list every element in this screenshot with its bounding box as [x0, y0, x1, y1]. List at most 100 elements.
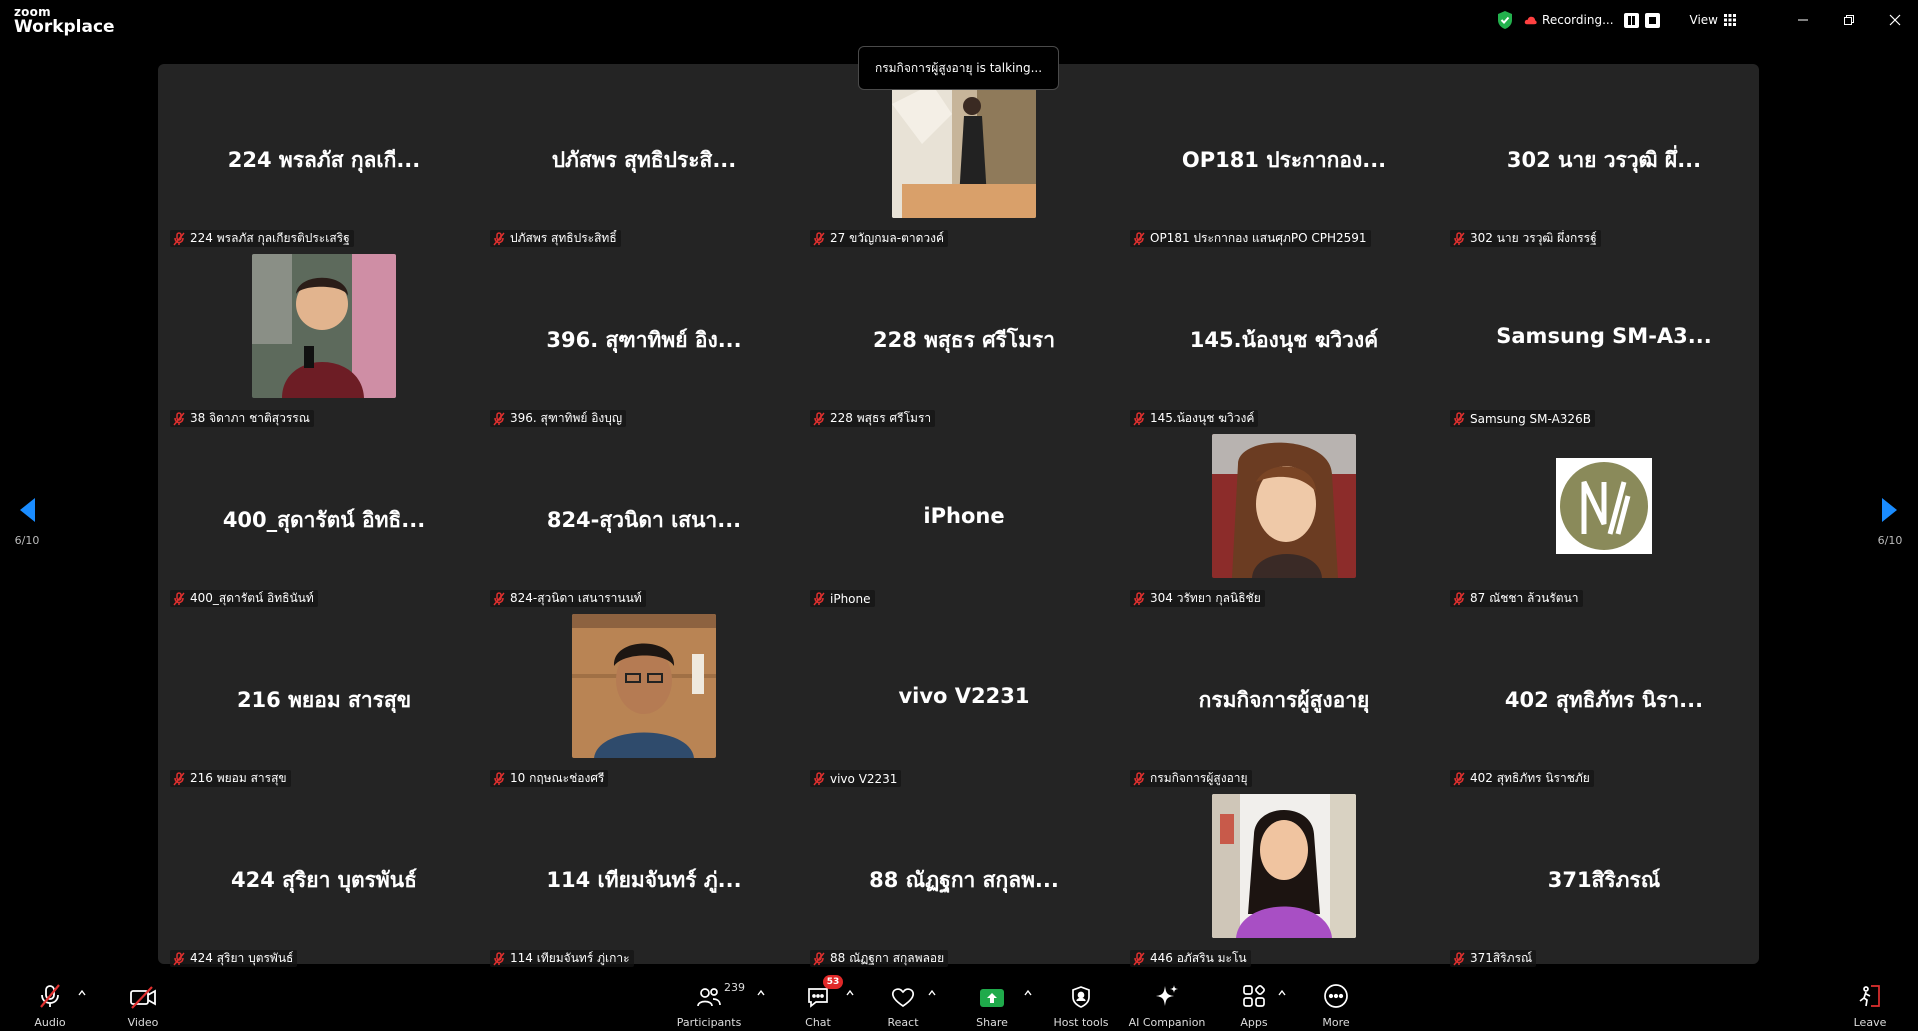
participant-name-tag: 402 สุทธิภัทร นิราชภัย [1450, 770, 1594, 787]
participant-tile[interactable]: 114 เทียมจันทร์ ภู่... 114 เทียมจันทร์ ภู… [484, 792, 804, 972]
participant-photo [1212, 434, 1356, 578]
participant-name-label: 446 อภัสริน มะโน [1150, 951, 1247, 965]
participant-display-name: 402 สุทธิภัทร นิรา... [1504, 688, 1704, 712]
participant-display-name: กรมกิจการผู้สูงอายุ [1198, 688, 1370, 712]
pause-recording-button[interactable] [1623, 12, 1639, 28]
participants-options-chevron-icon[interactable] [756, 988, 766, 998]
active-speaker-toast: กรมกิจการผู้สูงอายุ is talking... [858, 46, 1059, 90]
participant-tile[interactable]: 304 วรัทยา กุลนิธิชัย [1124, 432, 1444, 612]
participant-tile[interactable]: 400_สุดารัตน์ อิทธิ... 400_สุดารัตน์ อิทธ… [164, 432, 484, 612]
participant-name-tag: 88 ณัฏฐกา สกุลพลอย [810, 950, 949, 967]
stop-recording-button[interactable] [1644, 12, 1660, 28]
participant-tile[interactable]: 302 นาย วรวุฒิ ผึ่... 302 นาย วรวุฒิ ผึ่ง… [1444, 72, 1764, 252]
participant-photo [252, 254, 396, 398]
mic-muted-icon [493, 231, 505, 245]
more-button[interactable]: More [1320, 979, 1352, 1031]
react-button[interactable]: React [884, 979, 922, 1031]
mic-muted-icon [173, 231, 185, 245]
participant-name-tag: Samsung SM-A326B [1450, 410, 1595, 427]
leave-button[interactable]: Leave [1852, 979, 1888, 1031]
ai-companion-button[interactable]: AI Companion [1126, 979, 1208, 1031]
mic-muted-icon [1453, 591, 1465, 605]
participant-tile[interactable]: vivo V2231 vivo V2231 [804, 612, 1124, 792]
video-label: Video [127, 1016, 159, 1029]
page-indicator-right: 6/10 [1877, 534, 1903, 547]
share-button[interactable]: Share [972, 979, 1012, 1031]
participant-display-name: ปภัสพร สุทธิประสิ... [551, 148, 737, 172]
participant-name-label: 88 ณัฏฐกา สกุลพลอย [830, 951, 945, 965]
next-page-arrow-icon[interactable] [1880, 496, 1900, 524]
participant-display-name: 824-สุวนิดา เสนา... [546, 508, 742, 532]
audio-options-chevron-icon[interactable] [77, 988, 87, 998]
video-button[interactable]: Video [122, 979, 164, 1031]
mic-muted-icon [1133, 231, 1145, 245]
apps-button[interactable]: Apps [1238, 979, 1270, 1031]
previous-page-control[interactable]: 6/10 [7, 496, 47, 547]
participants-icon [697, 988, 721, 1007]
react-options-chevron-icon[interactable] [927, 988, 937, 998]
participant-tile[interactable]: 27 ขวัญกมล-ตาดวงค์ [804, 72, 1124, 252]
participant-tile[interactable]: 38 จิดาภา ชาติสุวรรณ [164, 252, 484, 432]
participant-tile[interactable]: กรมกิจการผู้สูงอายุ กรมกิจการผู้สูงอายุ [1124, 612, 1444, 792]
mic-muted-icon [813, 951, 825, 965]
participant-name-tag: 87 ณัชชา ล้วนรัตนา [1450, 590, 1583, 607]
previous-page-arrow-icon[interactable] [17, 496, 37, 524]
participant-name-tag: 302 นาย วรวุฒิ ผึ่งกรรฐ์ [1450, 230, 1601, 247]
participant-name-tag: ปภัสพร สุทธิประสิทธิ์ [490, 230, 621, 247]
mic-muted-icon [1133, 591, 1145, 605]
participant-tile[interactable]: iPhone iPhone [804, 432, 1124, 612]
participant-name-label: 145.น้องนุช ฆวิวงค์ [1150, 411, 1255, 425]
participant-name-label: 402 สุทธิภัทร นิราชภัย [1470, 771, 1590, 785]
restore-button[interactable] [1826, 0, 1872, 40]
participant-tile[interactable]: 824-สุวนิดา เสนา... 824-สุวนิดา เสนารานนท… [484, 432, 804, 612]
participant-tile[interactable]: 402 สุทธิภัทร นิรา... 402 สุทธิภัทร นิราช… [1444, 612, 1764, 792]
close-button[interactable] [1872, 0, 1918, 40]
participant-name-tag: 228 พสุธร ศรีโมรา [810, 410, 936, 427]
participant-tile[interactable]: 228 พสุธร ศรีโมรา 228 พสุธร ศรีโมรา [804, 252, 1124, 432]
participant-name-label: 371สิริภรณ์ [1470, 951, 1533, 965]
participant-tile[interactable]: 224 พรลภัส กุลเกี... 224 พรลภัส กุลเกียรต… [164, 72, 484, 252]
leave-door-icon [1859, 985, 1880, 1007]
participant-tile[interactable]: 216 พยอม สารสุข 216 พยอม สารสุข [164, 612, 484, 792]
mic-muted-icon [40, 984, 60, 1008]
participant-display-name: Samsung SM-A3... [1496, 324, 1712, 348]
participant-display-name: 224 พรลภัส กุลเกี... [227, 148, 421, 172]
participant-tile[interactable]: 446 อภัสริน มะโน [1124, 792, 1444, 972]
participant-name-tag: 824-สุวนิดา เสนารานนท์ [490, 590, 646, 607]
share-options-chevron-icon[interactable] [1023, 988, 1033, 998]
participant-name-label: 87 ณัชชา ล้วนรัตนา [1470, 591, 1579, 605]
react-label: React [887, 1016, 919, 1029]
host-tools-button[interactable]: Host tools [1052, 979, 1110, 1031]
participant-display-name: 396. สุฑาทิพย์ อิง... [546, 328, 742, 352]
view-button[interactable]: View [1690, 13, 1736, 27]
mic-muted-icon [1133, 951, 1145, 965]
participant-tile[interactable]: Samsung SM-A3... Samsung SM-A326B [1444, 252, 1764, 432]
participant-tile[interactable]: OP181 ประกากอง... OP181 ประกากอง แสนศุภPO… [1124, 72, 1444, 252]
participant-tile[interactable]: 396. สุฑาทิพย์ อิง... 396. สุฑาทิพย์ อิงบ… [484, 252, 804, 432]
participant-name-tag: 224 พรลภัส กุลเกียรติประเสริฐ [170, 230, 354, 247]
audio-button[interactable]: Audio [30, 979, 70, 1031]
participant-tile[interactable]: 88 ณัฏฐกา สกุลพ... 88 ณัฏฐกา สกุลพลอย [804, 792, 1124, 972]
heart-icon [891, 988, 915, 1008]
apps-options-chevron-icon[interactable] [1277, 988, 1287, 998]
participant-name-tag: 304 วรัทยา กุลนิธิชัย [1130, 590, 1265, 607]
participant-tile[interactable]: 87 ณัชชา ล้วนรัตนา [1444, 432, 1764, 612]
participant-tile[interactable]: 371สิริภรณ์ 371สิริภรณ์ [1444, 792, 1764, 972]
chat-options-chevron-icon[interactable] [845, 988, 855, 998]
mic-muted-icon [1453, 771, 1465, 785]
participant-name-tag: กรมกิจการผู้สูงอายุ [1130, 770, 1252, 787]
participant-name-label: 216 พยอม สารสุข [190, 771, 287, 785]
participant-tile[interactable]: 424 สุริยา บุตรพันธ์ 424 สุริยา บุตรพันธ์ [164, 792, 484, 972]
chat-button[interactable]: 53 Chat [800, 975, 843, 1031]
chat-label: Chat [805, 1016, 831, 1029]
minimize-button[interactable] [1780, 0, 1826, 40]
participant-name-label: 27 ขวัญกมล-ตาดวงค์ [830, 231, 945, 245]
participant-tile[interactable]: ปภัสพร สุทธิประสิ... ปภัสพร สุทธิประสิทธิ… [484, 72, 804, 252]
participant-tile[interactable]: 145.น้องนุช ฆวิวงค์ 145.น้องนุช ฆวิวงค์ [1124, 252, 1444, 432]
next-page-control[interactable]: 6/10 [1870, 496, 1910, 547]
encryption-shield-icon[interactable] [1496, 10, 1514, 30]
participant-name-tag: vivo V2231 [810, 770, 902, 787]
participant-name-tag: 10 กฤษณะช่องศรี [490, 770, 609, 787]
participant-name-tag: 145.น้องนุช ฆวิวงค์ [1130, 410, 1259, 427]
participant-tile[interactable]: 10 กฤษณะช่องศรี [484, 612, 804, 792]
